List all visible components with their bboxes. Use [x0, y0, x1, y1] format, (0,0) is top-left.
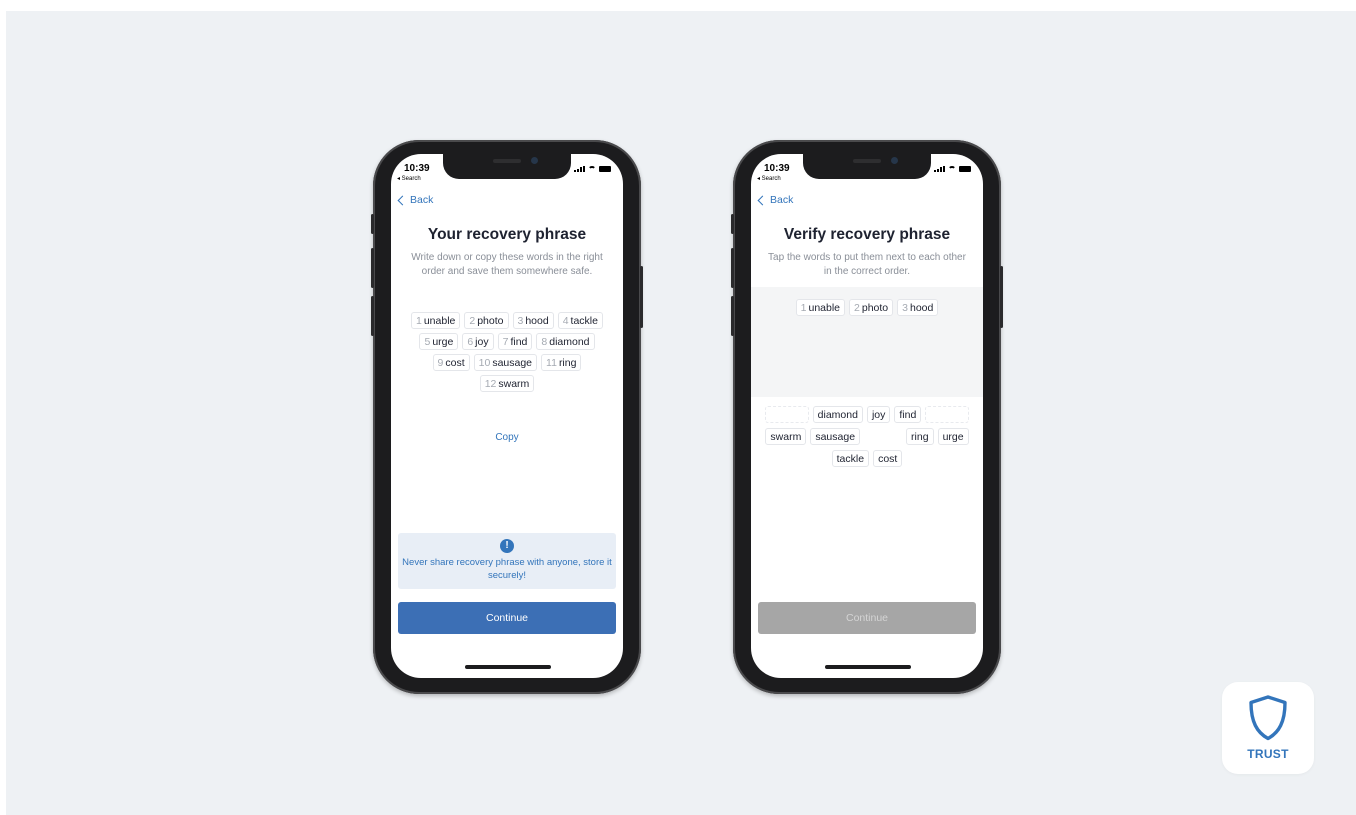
volume-down-button — [731, 296, 734, 336]
word-option[interactable]: joy — [866, 406, 891, 423]
phrase-word: 11 ring — [541, 354, 582, 371]
notch — [443, 154, 571, 179]
page-subtitle: Write down or copy these words in the ri… — [411, 252, 603, 277]
selected-words-area: 1 unable 2 photo 3 hood — [751, 287, 983, 397]
power-button — [640, 266, 643, 328]
page-title: Verify recovery phrase — [783, 226, 951, 243]
background-stage — [6, 11, 1356, 815]
back-to-app-link[interactable]: ◂ Search — [757, 175, 781, 182]
back-label: Back — [770, 194, 794, 206]
home-indicator — [465, 665, 551, 669]
copy-button[interactable]: Copy — [391, 432, 623, 443]
word-option[interactable]: urge — [937, 428, 969, 445]
used-word-slot — [764, 406, 809, 423]
used-word-slot — [864, 428, 903, 445]
selected-word[interactable]: 2 photo — [849, 299, 894, 316]
used-word-slot — [925, 406, 970, 423]
wifi-icon — [588, 166, 596, 172]
status-icons — [574, 166, 611, 172]
page-subtitle: Tap the words to put them next to each o… — [768, 252, 966, 277]
signal-icon — [574, 166, 585, 172]
battery-icon — [959, 166, 971, 172]
phrase-word: 4 tackle — [557, 312, 603, 329]
word-pool: tackle cost — [759, 450, 975, 467]
phrase-word: 10 sausage — [473, 354, 538, 371]
trust-logo-label: TRUST — [1247, 747, 1289, 761]
wifi-icon — [948, 166, 956, 172]
back-to-app-link[interactable]: ◂ Search — [397, 175, 421, 182]
exclamation-icon: ! — [500, 539, 514, 553]
signal-icon — [934, 166, 945, 172]
status-icons — [934, 166, 971, 172]
volume-up-button — [371, 248, 374, 288]
phone-recovery-phrase: 10:39 ◂ Search Back Your recovery phrase… — [371, 140, 643, 694]
word-option[interactable]: swarm — [765, 428, 807, 445]
word-option[interactable]: cost — [873, 450, 903, 467]
phrase-word: 7 find — [497, 333, 533, 350]
phrase-word: 5 urge — [419, 333, 459, 350]
status-time: 10:39 — [404, 163, 430, 174]
shield-icon — [1249, 695, 1287, 741]
word-option[interactable]: sausage — [810, 428, 861, 445]
selected-word[interactable]: 1 unable — [795, 299, 846, 316]
phrase-word: 1 unable — [411, 312, 461, 329]
phrase-word: 6 joy — [462, 333, 494, 350]
continue-button[interactable]: Continue — [758, 602, 976, 634]
mute-switch — [371, 214, 374, 234]
volume-up-button — [731, 248, 734, 288]
security-warning: ! Never share recovery phrase with anyon… — [398, 533, 616, 589]
screen: 10:39 ◂ Search Back Your recovery phrase… — [391, 154, 623, 678]
word-option[interactable]: ring — [906, 428, 934, 445]
power-button — [1000, 266, 1003, 328]
trust-logo-badge: TRUST — [1222, 682, 1314, 774]
phone-verify-phrase: 10:39 ◂ Search Back Verify recovery phra… — [731, 140, 1003, 694]
notch — [803, 154, 931, 179]
chevron-left-icon — [757, 195, 768, 205]
back-button[interactable]: Back — [396, 194, 433, 206]
home-indicator — [825, 665, 911, 669]
phrase-word: 9 cost — [432, 354, 470, 371]
mute-switch — [731, 214, 734, 234]
word-option[interactable]: diamond — [812, 406, 863, 423]
selected-word[interactable]: 3 hood — [897, 299, 939, 316]
phrase-word: 8 diamond — [536, 333, 595, 350]
status-time: 10:39 — [764, 163, 790, 174]
chevron-left-icon — [397, 195, 408, 205]
word-pool: swarm sausage ring urge — [759, 428, 975, 445]
back-button[interactable]: Back — [756, 194, 793, 206]
screen: 10:39 ◂ Search Back Verify recovery phra… — [751, 154, 983, 678]
warning-text: Never share recovery phrase with anyone,… — [402, 557, 612, 581]
phrase-word: 2 photo — [464, 312, 509, 329]
page-title: Your recovery phrase — [427, 226, 587, 243]
selected-word-list: 1 unable 2 photo 3 hood — [759, 299, 975, 316]
phrase-word: 3 hood — [512, 312, 554, 329]
back-label: Back — [410, 194, 434, 206]
battery-icon — [599, 166, 611, 172]
volume-down-button — [371, 296, 374, 336]
continue-button[interactable]: Continue — [398, 602, 616, 634]
phrase-word-grid: 1 unable 2 photo 3 hood 4 tackle 5 urge 6 joy … — [399, 312, 615, 392]
phrase-word: 12 swarm — [479, 375, 535, 392]
word-option[interactable]: find — [894, 406, 922, 423]
word-option[interactable]: tackle — [831, 450, 870, 467]
word-pool: diamond joy find — [759, 406, 975, 423]
